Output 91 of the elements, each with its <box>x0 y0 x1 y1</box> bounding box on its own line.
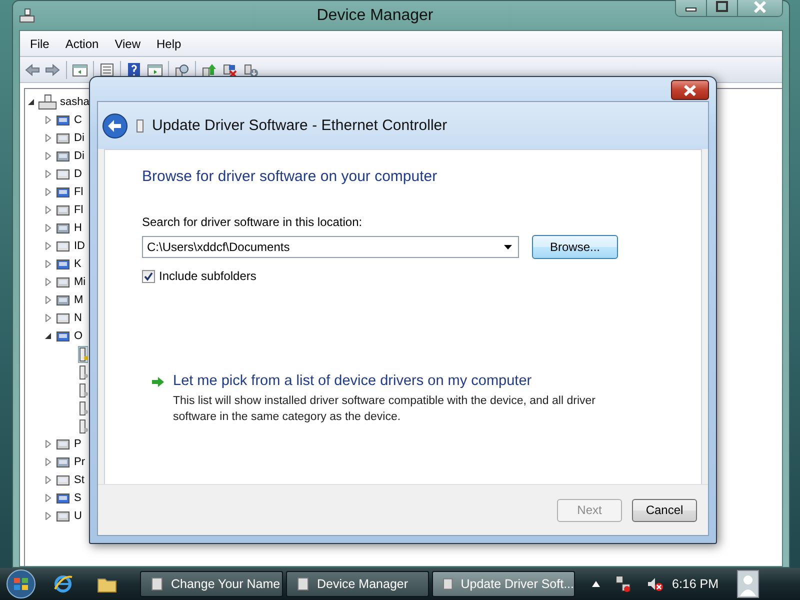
tree-item[interactable]: U <box>74 510 82 522</box>
close-icon <box>683 84 697 96</box>
tree-item[interactable]: Di <box>74 132 84 144</box>
tree-item[interactable]: Di <box>74 150 84 162</box>
tree-item[interactable]: K <box>74 258 82 270</box>
back-arrow-icon[interactable] <box>24 62 40 78</box>
minimize-button[interactable] <box>676 0 706 16</box>
tree-item[interactable]: Fl <box>74 186 84 198</box>
tree-item[interactable]: O <box>74 330 83 342</box>
expand-arrow-icon[interactable] <box>44 512 52 520</box>
unknown-device-icon[interactable] <box>78 382 88 398</box>
browse-button[interactable]: Browse... <box>532 235 618 259</box>
properties-icon[interactable] <box>99 62 115 78</box>
update-driver-icon[interactable] <box>201 62 217 78</box>
tree-item[interactable]: Fl <box>74 204 84 216</box>
field-label: Search for driver software in this location: <box>142 215 364 229</box>
expand-arrow-icon[interactable] <box>44 170 52 178</box>
menu-item[interactable]: File <box>24 34 56 52</box>
enable-device-icon[interactable] <box>243 62 259 78</box>
app-icon <box>441 576 455 592</box>
option-link[interactable]: Let me pick from a list of device drivers on my computer <box>173 373 623 389</box>
checkbox-label: Include subfolders <box>159 269 256 283</box>
dialog-button[interactable]: Cancel <box>632 498 697 522</box>
tree-item[interactable]: St <box>74 474 84 486</box>
unknown-device-icon[interactable] <box>78 364 88 380</box>
menu-item[interactable]: Help <box>150 34 188 52</box>
expand-arrow-icon[interactable] <box>44 152 52 160</box>
expand-arrow-icon[interactable] <box>44 296 52 304</box>
tree-item[interactable]: Pr <box>74 456 85 468</box>
help-icon[interactable] <box>126 62 142 78</box>
show-hidden-icons[interactable] <box>592 581 600 587</box>
expand-arrow-icon[interactable] <box>44 260 52 268</box>
tree-item[interactable]: S <box>74 492 82 504</box>
collapse-arrow-icon[interactable] <box>27 98 35 106</box>
expand-arrow-icon[interactable] <box>44 242 52 250</box>
expand-arrow-icon[interactable] <box>44 116 52 124</box>
tree-item[interactable]: H <box>74 222 82 234</box>
expand-arrow-icon[interactable] <box>44 440 52 448</box>
maximize-icon <box>716 1 728 12</box>
expand-arrow-icon[interactable] <box>44 278 52 286</box>
action-pane-icon[interactable] <box>147 62 163 78</box>
user-icon[interactable] <box>736 570 759 598</box>
browser-icon[interactable] <box>52 573 74 595</box>
collapse-arrow-icon[interactable] <box>44 332 52 340</box>
page-heading: Browse for driver software on your computer <box>142 168 438 185</box>
close-button[interactable] <box>671 80 709 100</box>
app-icon <box>295 576 311 592</box>
dropdown-arrow-icon <box>504 244 512 250</box>
app-icon <box>149 576 165 592</box>
tree-item[interactable]: P <box>74 438 82 450</box>
forward-arrow-icon[interactable] <box>45 62 61 78</box>
tree-item[interactable]: N <box>74 312 82 324</box>
expand-arrow-icon[interactable] <box>44 494 52 502</box>
unknown-device-icon[interactable] <box>78 400 88 416</box>
checkbox[interactable] <box>142 270 155 282</box>
location-combobox[interactable]: C:\Users\xddcf\Documents <box>142 236 519 258</box>
tree-item[interactable]: M <box>74 294 84 306</box>
expand-arrow-icon[interactable] <box>44 206 52 214</box>
network-icon[interactable] <box>614 575 632 593</box>
expand-arrow-icon[interactable] <box>44 188 52 196</box>
start-button[interactable] <box>4 569 38 599</box>
expand-arrow-icon[interactable] <box>44 458 52 466</box>
expand-arrow-icon[interactable] <box>44 314 52 322</box>
tree-item[interactable]: D <box>74 168 82 180</box>
console-tree-icon[interactable] <box>72 62 88 78</box>
unknown-device-icon[interactable] <box>78 418 88 434</box>
unknown-device-icon[interactable] <box>78 346 88 362</box>
tree-item[interactable]: Mi <box>74 276 86 288</box>
taskbar-button[interactable]: Update Driver Soft... <box>432 571 575 597</box>
arrow-icon <box>151 376 165 388</box>
tree-item[interactable]: sasha <box>60 96 90 108</box>
maximize-button[interactable] <box>706 0 737 16</box>
menu-item[interactable]: View <box>108 34 146 52</box>
computer-icon <box>38 94 57 110</box>
window-title: Device Manager <box>316 6 434 24</box>
expand-arrow-icon[interactable] <box>44 134 52 142</box>
back-button[interactable] <box>102 112 128 138</box>
tree-item[interactable]: C <box>74 114 82 126</box>
taskbar-button[interactable]: Change Your Name <box>140 571 283 597</box>
close-icon <box>753 0 767 12</box>
taskbar-button[interactable]: Device Manager <box>286 571 429 597</box>
clock[interactable]: 6:16 PM <box>672 577 719 591</box>
expand-arrow-icon[interactable] <box>44 476 52 484</box>
computer-icon <box>19 8 35 24</box>
dialog-title: Update Driver Software - Ethernet Controller <box>152 117 448 134</box>
expand-arrow-icon[interactable] <box>44 224 52 232</box>
tree-item[interactable]: ID <box>74 240 85 252</box>
option-description: This list will show installed driver software compatible with the device, and all driver software in the same category as the device. <box>173 394 596 425</box>
network-adapter-icon <box>136 118 144 132</box>
uninstall-icon[interactable] <box>222 62 238 78</box>
menu-item[interactable]: Action <box>59 34 105 52</box>
